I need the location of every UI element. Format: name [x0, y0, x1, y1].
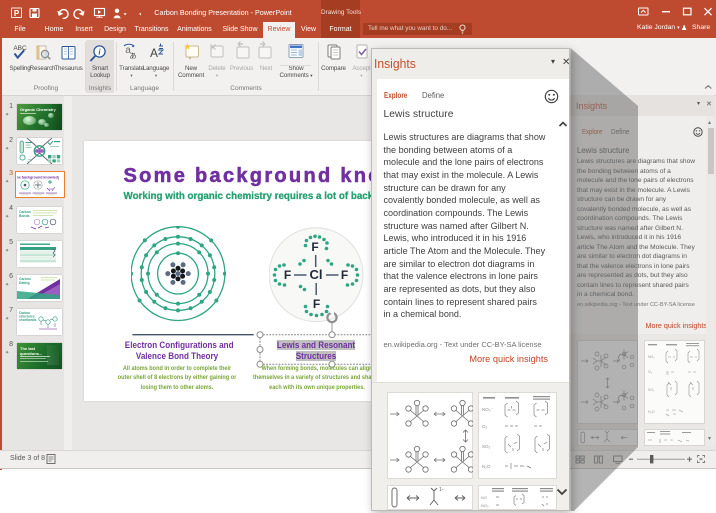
svg-text:NO₂: NO₂ [481, 503, 489, 508]
svg-text:1-: 1- [439, 487, 444, 493]
svg-text:O₃: O₃ [482, 424, 488, 429]
svg-text:NO₃⁻: NO₃⁻ [482, 407, 494, 412]
svg-text:N₂O: N₂O [482, 464, 491, 469]
svg-text:NO: NO [481, 495, 487, 500]
svg-text:SO₃: SO₃ [482, 444, 491, 449]
